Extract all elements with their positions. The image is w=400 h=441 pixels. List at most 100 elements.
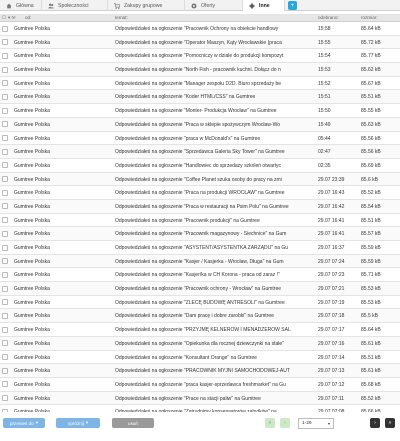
row-checkbox[interactable]: [2, 176, 8, 183]
row-subject: Odpowiedziałeś na ogłoszenie "Dam pracę …: [115, 313, 274, 320]
header-from[interactable]: od:: [25, 15, 31, 20]
row-checkbox[interactable]: [2, 121, 8, 128]
table-row[interactable]: Gumtree Polska Odpowiedziałeś na ogłoszen…: [0, 63, 400, 77]
row-checkbox[interactable]: [2, 299, 8, 306]
row-from: Gumtree Polska: [14, 108, 50, 115]
row-checkbox[interactable]: [2, 258, 8, 265]
tab-inne[interactable]: Inne: [243, 0, 285, 11]
last-page-button[interactable]: »: [385, 418, 395, 428]
table-row[interactable]: Gumtree Polska Odpowiedziałeś na ogłoszen…: [0, 22, 400, 36]
row-date: 29.07 16:41: [318, 217, 345, 224]
table-row[interactable]: Gumtree Polska Odpowiedziałeś na ogłoszen…: [0, 350, 400, 365]
row-checkbox[interactable]: [2, 203, 8, 210]
row-from: Gumtree Polska: [14, 272, 50, 279]
chevron-down-icon: ▾: [35, 420, 39, 425]
move-to-button[interactable]: przenieś do ▾: [3, 418, 45, 428]
gear-icon: [249, 2, 255, 9]
header-date[interactable]: odebrano:: [318, 15, 339, 20]
table-row[interactable]: Gumtree Polska Odpowiedziałeś na ogłoszen…: [0, 364, 400, 378]
row-checkbox[interactable]: [2, 80, 8, 87]
table-row[interactable]: Gumtree Polska Odpowiedziałeś na ogłoszen…: [0, 336, 400, 351]
table-row[interactable]: Gumtree Polska Odpowiedziałeś na ogłoszen…: [0, 90, 400, 105]
table-row[interactable]: Gumtree Polska Odpowiedziałeś na ogłoszen…: [0, 172, 400, 187]
row-checkbox[interactable]: [2, 66, 8, 73]
row-checkbox[interactable]: [2, 354, 8, 360]
row-subject: Odpowiedziałeś na ogłoszenie "ZLECĘ BUDO…: [115, 299, 285, 306]
table-row[interactable]: Gumtree Polska Odpowiedziałeś na ogłoszen…: [0, 104, 400, 118]
row-checkbox[interactable]: [2, 244, 8, 251]
first-page-button[interactable]: «: [265, 418, 275, 428]
row-checkbox[interactable]: [2, 381, 8, 388]
row-checkbox[interactable]: [2, 148, 8, 155]
tab-oferty[interactable]: Oferty: [185, 0, 243, 11]
row-checkbox[interactable]: [2, 162, 8, 169]
table-row[interactable]: Gumtree Polska Odpowiedziałeś na ogłoszen…: [0, 241, 400, 255]
page-select[interactable]: 1-29 ▾: [298, 417, 334, 429]
row-checkbox[interactable]: [2, 271, 8, 278]
row-subject: Odpowiedziałeś na ogłoszenie "Pracownik …: [115, 286, 282, 293]
prev-page-button[interactable]: ‹: [280, 418, 290, 428]
table-row[interactable]: Gumtree Polska Odpowiedziałeś na ogłoszen…: [0, 145, 400, 159]
row-checkbox[interactable]: [2, 340, 8, 347]
header-subject[interactable]: temat:: [115, 15, 128, 20]
header-size[interactable]: rozmiar:: [361, 15, 378, 20]
table-row[interactable]: Gumtree Polska Odpowiedziałeś na ogłoszen…: [0, 268, 400, 283]
table-row[interactable]: Gumtree Polska Odpowiedziałeś na ogłoszen…: [0, 377, 400, 392]
row-date: 29.07 16:37: [318, 245, 345, 251]
empty-button[interactable]: opróżnij ▾: [56, 418, 100, 428]
row-from: Gumtree Polska: [14, 217, 50, 224]
table-row[interactable]: Gumtree Polska Odpowiedziałeś na ogłoszen…: [0, 35, 400, 50]
row-checkbox[interactable]: [2, 312, 8, 319]
row-date: 15:49: [318, 121, 331, 128]
row-checkbox[interactable]: [2, 135, 8, 141]
tab-spolecznosci[interactable]: Społeczności: [42, 0, 108, 11]
tab-glowna[interactable]: Główna: [0, 0, 42, 11]
row-checkbox[interactable]: [2, 395, 8, 402]
row-size: 85.56 kB: [361, 149, 381, 156]
row-checkbox[interactable]: [2, 39, 8, 46]
table-row[interactable]: Gumtree Polska Odpowiedziałeś na ogłoszen…: [0, 76, 400, 91]
users-icon: [48, 3, 54, 8]
header-tools-icon[interactable]: ▾ ✉: [8, 15, 15, 21]
row-checkbox[interactable]: [2, 107, 8, 114]
row-subject: Odpowiedziałeś na ogłoszenie "Koder HTML…: [115, 94, 256, 101]
table-row[interactable]: Gumtree Polska Odpowiedziałeś na ogłoszen…: [0, 186, 400, 200]
tab-label: Oferty: [201, 2, 216, 9]
row-size: 85.69 kB: [361, 162, 381, 169]
table-row[interactable]: Gumtree Polska Odpowiedziałeś na ogłoszen…: [0, 227, 400, 241]
row-from: Gumtree Polska: [14, 149, 50, 156]
row-size: 85.54 kB: [361, 203, 381, 210]
row-from: Gumtree Polska: [14, 67, 50, 74]
row-date: 15:51: [318, 94, 331, 101]
row-checkbox[interactable]: [2, 326, 8, 333]
next-page-button[interactable]: ›: [370, 418, 380, 428]
row-checkbox[interactable]: [2, 52, 8, 59]
table-row[interactable]: Gumtree Polska Odpowiedziałeś na ogłoszen…: [0, 282, 400, 296]
table-row[interactable]: Gumtree Polska Odpowiedziałeś na ogłoszen…: [0, 309, 400, 324]
row-date: 29.07 07:23: [318, 272, 345, 279]
table-row[interactable]: Gumtree Polska Odpowiedziałeś na ogłoszen…: [0, 254, 400, 269]
table-row[interactable]: Gumtree Polska Odpowiedziałeś na ogłoszen…: [0, 199, 400, 214]
add-tab-button[interactable]: +: [288, 1, 297, 10]
row-subject: Odpowiedziałeś na ogłoszenie "Coffee Pla…: [115, 176, 282, 183]
table-row[interactable]: Gumtree Polska Odpowiedziałeś na ogłoszen…: [0, 49, 400, 64]
table-row[interactable]: Gumtree Polska Odpowiedziałeś na ogłoszen…: [0, 391, 400, 406]
row-checkbox[interactable]: [2, 25, 8, 32]
table-row[interactable]: Gumtree Polska Odpowiedziałeś na ogłoszen…: [0, 295, 400, 310]
table-row[interactable]: Gumtree Polska Odpowiedziałeś na ogłoszen…: [0, 117, 400, 132]
select-all-checkbox[interactable]: ☐: [2, 15, 6, 21]
tab-zakupy-grupowe[interactable]: Zakupy grupowe: [108, 0, 185, 11]
table-row[interactable]: Gumtree Polska Odpowiedziałeś na ogłoszen…: [0, 213, 400, 228]
row-date: 29.07 07:11: [318, 395, 345, 402]
delete-button[interactable]: usuń: [112, 418, 154, 428]
row-subject: Odpowiedziałeś na ogłoszenie "Opiekunka …: [115, 340, 284, 347]
table-row[interactable]: Gumtree Polska Odpowiedziałeś na ogłoszen…: [0, 323, 400, 337]
table-row[interactable]: Gumtree Polska Odpowiedziałeś na ogłoszen…: [0, 158, 400, 173]
row-checkbox[interactable]: [2, 367, 8, 374]
row-checkbox[interactable]: [2, 217, 8, 224]
row-checkbox[interactable]: [2, 230, 8, 237]
row-checkbox[interactable]: [2, 285, 8, 292]
table-row[interactable]: Gumtree Polska Odpowiedziałeś na ogłoszen…: [0, 131, 400, 146]
row-checkbox[interactable]: [2, 93, 8, 100]
row-checkbox[interactable]: [2, 189, 8, 196]
